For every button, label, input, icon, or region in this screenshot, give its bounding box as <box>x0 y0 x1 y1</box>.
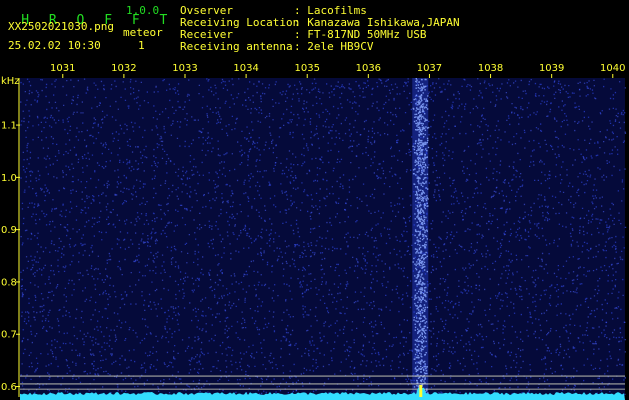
x-tick-label: 1036 <box>356 63 381 74</box>
y-tick-label: 0.7 <box>1 330 17 341</box>
x-tick-label: 1031 <box>50 63 75 74</box>
meteor-label: meteor <box>123 26 163 39</box>
noise-field <box>20 78 627 399</box>
station-label-antenna: Receiving antenna <box>180 40 293 53</box>
y-tick-label: 1.0 <box>1 173 17 184</box>
station-value-antenna: : 2ele HB9CV <box>294 40 374 53</box>
filename-label: XX2502021030.png <box>8 20 114 33</box>
y-unit-label: kHz <box>1 76 20 87</box>
x-tick-label: 1032 <box>111 63 136 74</box>
x-tick-label: 1039 <box>539 63 564 74</box>
y-tick-label: 1.1 <box>1 121 17 132</box>
noise-base <box>20 78 625 397</box>
x-tick-label: 1038 <box>478 63 503 74</box>
datetime-label: 25.02.02 10:30 <box>8 39 101 52</box>
spectrogram-chart: 1031 1032 1033 1034 1035 1036 1037 1038 1039 1040… <box>0 0 629 400</box>
station-row: Receiving antenna <box>180 41 293 53</box>
meteor-trail <box>412 78 430 399</box>
app-version: 1.0.0 <box>126 4 160 17</box>
baseline-peak <box>419 385 423 397</box>
y-tick-label: 0.8 <box>1 277 17 288</box>
x-tick-label: 1037 <box>417 63 442 74</box>
x-tick-label: 1040 <box>600 63 625 74</box>
x-tick-label: 1034 <box>233 63 258 74</box>
meteor-count: 1 <box>138 39 145 52</box>
y-tick-label: 0.6 <box>1 382 17 393</box>
x-tick-label: 1033 <box>172 63 197 74</box>
y-tick-label: 0.9 <box>1 225 17 236</box>
x-tick-label: 1035 <box>294 63 319 74</box>
